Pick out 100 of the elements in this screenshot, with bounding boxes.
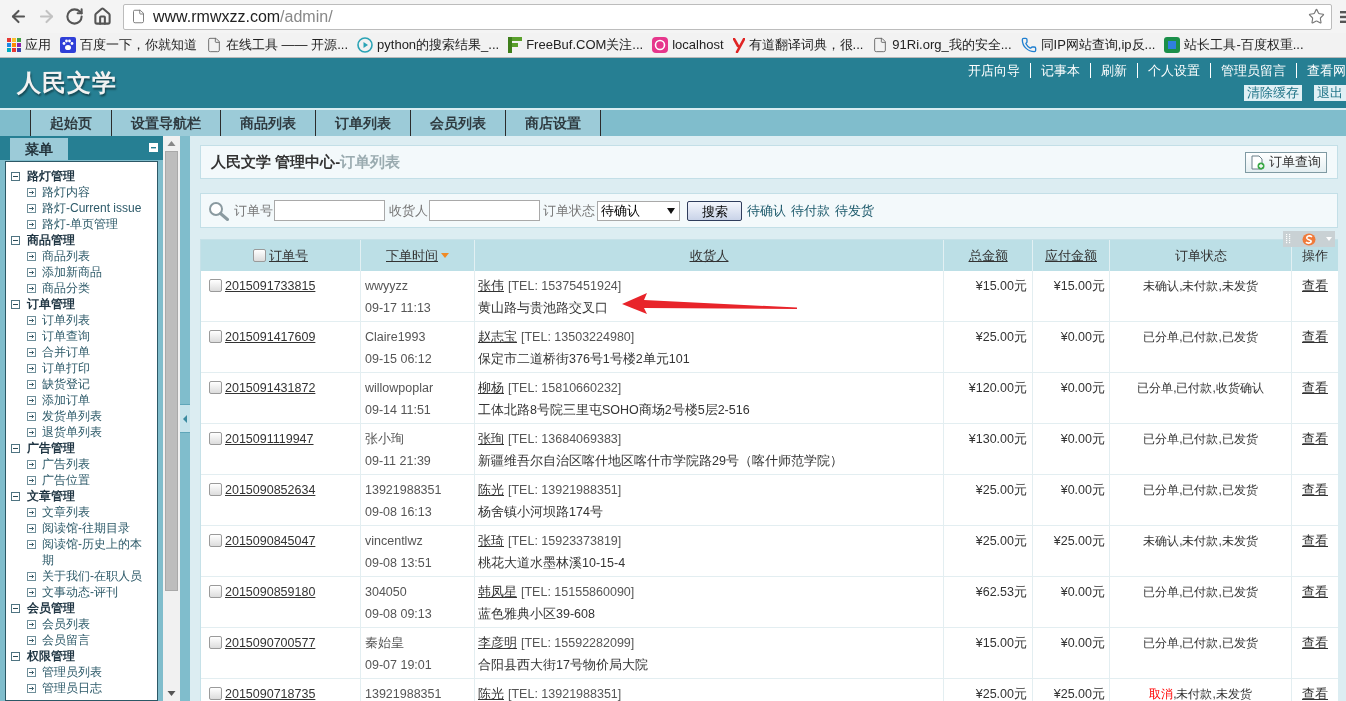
search-button[interactable]: 搜索 bbox=[687, 200, 742, 221]
menu-item-link[interactable]: 添加订单 bbox=[42, 392, 90, 408]
bookmark-link[interactable]: 百度一下，你就知道 bbox=[57, 34, 200, 56]
menu-item-link[interactable]: 阅读馆-往期目录 bbox=[42, 520, 130, 536]
checkbox[interactable] bbox=[209, 381, 222, 394]
sidebar-tab[interactable]: 菜单 bbox=[10, 138, 68, 160]
order-number-link[interactable]: 2015091733815 bbox=[225, 279, 316, 293]
view-link[interactable]: 查看 bbox=[1302, 381, 1328, 423]
view-link[interactable]: 查看 bbox=[1302, 585, 1328, 627]
consignee-link[interactable]: 张珣 bbox=[478, 432, 504, 446]
home-icon[interactable] bbox=[92, 7, 112, 26]
header-link[interactable]: 开店向导 bbox=[968, 63, 1030, 78]
order-query-button[interactable]: 订单查询 bbox=[1245, 151, 1327, 173]
menu-group-label[interactable]: 广告管理 bbox=[27, 440, 75, 456]
menu-item-link[interactable]: 商品分类 bbox=[42, 280, 90, 296]
ime-toolbar[interactable] bbox=[1283, 231, 1335, 247]
menu-item-link[interactable]: 阅读馆-历史上的本期 bbox=[42, 536, 150, 568]
nav-tab[interactable]: 会员列表 bbox=[411, 110, 506, 136]
consignee-link[interactable]: 陈光 bbox=[478, 483, 504, 497]
consignee-link[interactable]: 柳杨 bbox=[478, 381, 504, 395]
order-number-link[interactable]: 2015090700577 bbox=[225, 636, 316, 650]
header-link[interactable]: 管理员留言 bbox=[1210, 63, 1296, 78]
status-select[interactable]: 待确认 bbox=[597, 200, 680, 221]
menu-item-link[interactable]: 广告位置 bbox=[42, 472, 90, 488]
menu-item-link[interactable]: 路灯-Current issue bbox=[42, 200, 142, 216]
menu-group-label[interactable]: 文章管理 bbox=[27, 488, 75, 504]
menu-item-link[interactable]: 订单打印 bbox=[42, 360, 90, 376]
address-field[interactable]: www.rmwxzz.com/admin/ bbox=[123, 3, 1332, 30]
menu-item-link[interactable]: 管理员日志 bbox=[42, 680, 102, 696]
reload-icon[interactable] bbox=[64, 7, 84, 26]
view-link[interactable]: 查看 bbox=[1302, 279, 1328, 321]
header-link[interactable]: 查看网 bbox=[1296, 63, 1346, 78]
bookmark-link[interactable]: 同IP网站查询,ip反... bbox=[1017, 34, 1159, 56]
menu-item-link[interactable]: 文事动态-评刊 bbox=[42, 584, 118, 600]
menu-group-label[interactable]: 权限管理 bbox=[27, 648, 75, 664]
consignee-link[interactable]: 韩凤星 bbox=[478, 585, 517, 599]
bookmark-star-icon[interactable] bbox=[1308, 8, 1325, 25]
collapse-handle[interactable] bbox=[180, 404, 190, 433]
view-link[interactable]: 查看 bbox=[1302, 432, 1328, 474]
minus-box-icon[interactable] bbox=[11, 443, 20, 453]
nav-tab[interactable]: 订单列表 bbox=[316, 110, 411, 136]
menu-item-link[interactable]: 商品列表 bbox=[42, 248, 90, 264]
consignee-link[interactable]: 李彦明 bbox=[478, 636, 517, 650]
view-link[interactable]: 查看 bbox=[1302, 483, 1328, 525]
order-number-link[interactable]: 2015090718735 bbox=[225, 687, 316, 701]
view-link[interactable]: 查看 bbox=[1302, 534, 1328, 576]
menu-group-label[interactable]: 路灯管理 bbox=[27, 168, 75, 184]
filter-link[interactable]: 待确认 bbox=[747, 200, 786, 221]
menu-group-label[interactable]: 商品管理 bbox=[27, 232, 75, 248]
menu-item-link[interactable]: 退货单列表 bbox=[42, 424, 102, 440]
menu-item-link[interactable]: 合并订单 bbox=[42, 344, 90, 360]
bookmark-link[interactable]: 站长工具-百度权重... bbox=[1161, 34, 1307, 56]
consignee-link[interactable]: 张琦 bbox=[478, 534, 504, 548]
bookmark-link[interactable]: localhost bbox=[649, 34, 727, 56]
menu-item-link[interactable]: 订单列表 bbox=[42, 312, 90, 328]
scrollbar-thumb[interactable] bbox=[165, 151, 178, 591]
minimize-icon[interactable] bbox=[149, 142, 158, 152]
bookmark-link[interactable]: python的搜索结果_... bbox=[354, 34, 503, 56]
menu-item-link[interactable]: 路灯-单页管理 bbox=[42, 216, 118, 232]
column-header[interactable]: 收货人 bbox=[689, 245, 729, 266]
menu-group-label[interactable]: 会员管理 bbox=[27, 600, 75, 616]
bookmark-link[interactable]: FreeBuf.COM关注... bbox=[505, 34, 647, 56]
order-number-link[interactable]: 2015090852634 bbox=[225, 483, 316, 497]
checkbox[interactable] bbox=[209, 483, 222, 496]
menu-item-link[interactable]: 会员留言 bbox=[42, 632, 90, 648]
menu-item-link[interactable]: 订单查询 bbox=[42, 328, 90, 344]
menu-item-link[interactable]: 文章列表 bbox=[42, 504, 90, 520]
input-field[interactable] bbox=[429, 200, 540, 221]
menu-item-link[interactable]: 发货单列表 bbox=[42, 408, 102, 424]
consignee-link[interactable]: 陈光 bbox=[478, 687, 504, 701]
checkbox[interactable] bbox=[209, 636, 222, 649]
nav-tab[interactable]: 设置导航栏 bbox=[112, 110, 221, 136]
nav-tab[interactable]: 商品列表 bbox=[221, 110, 316, 136]
site-logo[interactable]: 人民文学 bbox=[17, 65, 117, 101]
filter-link[interactable]: 待发货 bbox=[835, 200, 874, 221]
order-number-link[interactable]: 2015091417609 bbox=[225, 330, 316, 344]
sort-arrow-icon[interactable] bbox=[441, 253, 449, 258]
header-link[interactable]: 刷新 bbox=[1090, 63, 1137, 78]
minus-box-icon[interactable] bbox=[11, 491, 20, 501]
nav-tab[interactable]: 商店设置 bbox=[506, 110, 601, 136]
header-link[interactable]: 个人设置 bbox=[1137, 63, 1210, 78]
minus-box-icon[interactable] bbox=[11, 651, 20, 661]
menu-item-link[interactable]: 会员列表 bbox=[42, 616, 90, 632]
checkbox[interactable] bbox=[253, 249, 266, 262]
checkbox[interactable] bbox=[209, 330, 222, 343]
order-number-link[interactable]: 2015090859180 bbox=[225, 585, 316, 599]
input-field[interactable] bbox=[274, 200, 385, 221]
minus-box-icon[interactable] bbox=[11, 299, 20, 309]
bookmark-link[interactable]: 应用 bbox=[4, 34, 54, 56]
minus-box-icon[interactable] bbox=[11, 235, 20, 245]
view-link[interactable]: 查看 bbox=[1302, 636, 1328, 678]
menu-group-label[interactable]: 订单管理 bbox=[27, 296, 75, 312]
checkbox[interactable] bbox=[209, 534, 222, 547]
checkbox[interactable] bbox=[209, 687, 222, 700]
consignee-link[interactable]: 赵志宝 bbox=[478, 330, 517, 344]
minus-box-icon[interactable] bbox=[11, 603, 20, 613]
column-header[interactable]: 订单号 bbox=[269, 245, 308, 266]
filter-link[interactable]: 待付款 bbox=[791, 200, 830, 221]
bookmark-link[interactable]: 在线工具 —— 开源... bbox=[203, 34, 352, 56]
order-number-link[interactable]: 2015091119947 bbox=[225, 432, 314, 446]
